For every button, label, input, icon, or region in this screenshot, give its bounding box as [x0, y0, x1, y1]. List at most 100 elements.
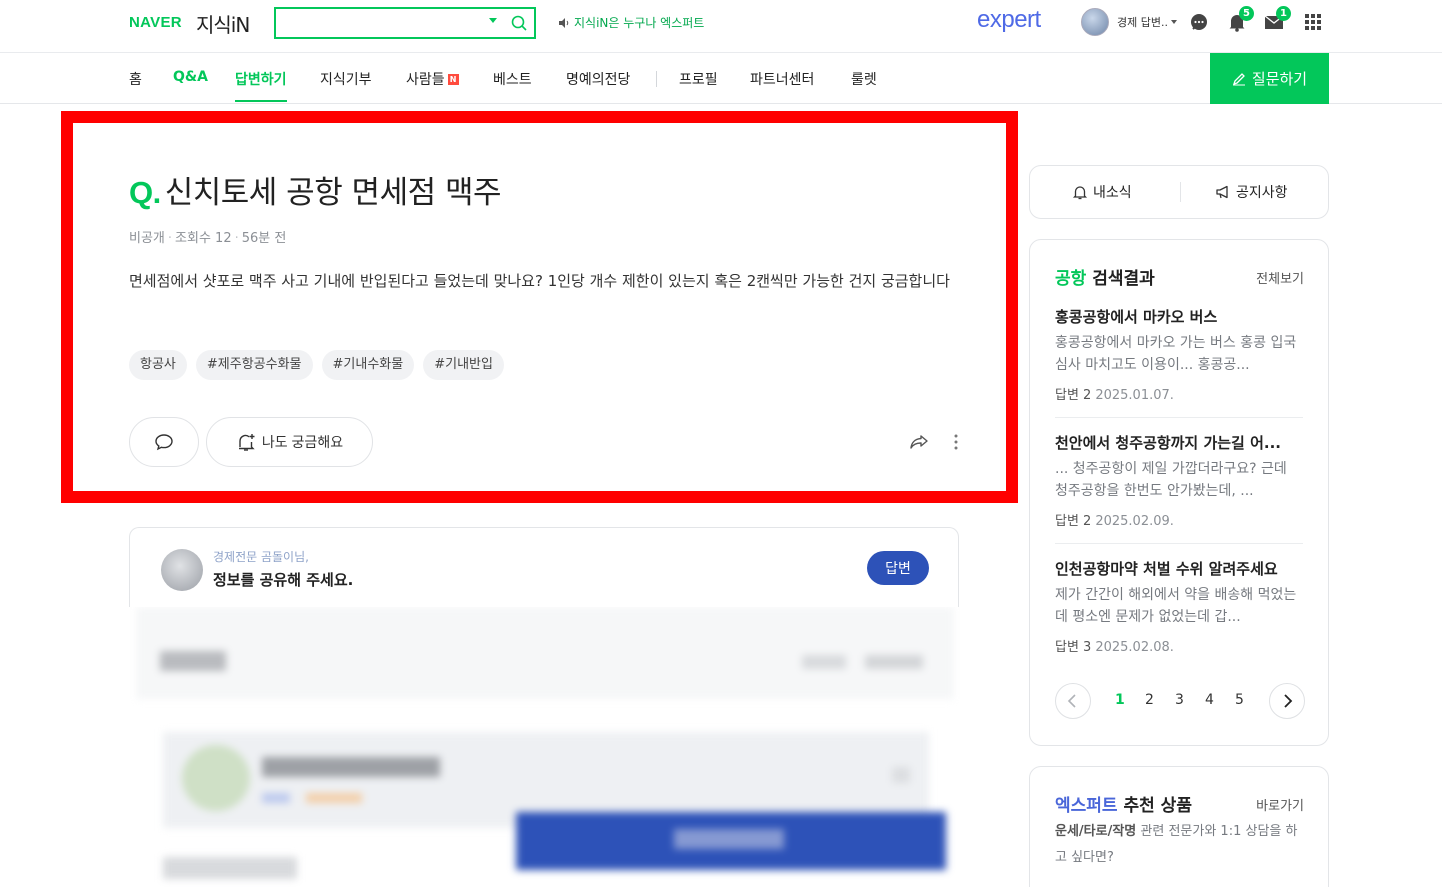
page-1[interactable]: 1	[1115, 692, 1125, 708]
curious-label: 나도 궁금해요	[261, 434, 344, 450]
result-date: 2025.02.08.	[1095, 640, 1174, 655]
nav-roulette[interactable]: 룰렛	[851, 69, 877, 89]
view-all-link[interactable]: 전체보기	[1256, 268, 1304, 287]
pencil-icon	[1232, 72, 1245, 85]
nav-divider	[656, 71, 657, 87]
result-answers: 답변 3	[1055, 640, 1092, 655]
app-grid-icon[interactable]	[1303, 12, 1323, 32]
result-date: 2025.01.07.	[1095, 388, 1174, 403]
page-4[interactable]: 4	[1205, 692, 1214, 708]
expert-go-link[interactable]: 바로가기	[1256, 795, 1304, 814]
tag[interactable]: 항공사	[129, 350, 187, 380]
results-keyword: 공항	[1055, 269, 1087, 289]
chevron-left-icon	[1067, 694, 1076, 708]
question-visibility: 비공개	[129, 231, 165, 246]
blurred-placeholder	[130, 607, 960, 887]
result-item[interactable]: 천안에서 청주공항까지 가는길 어... ... 청주공항이 제일 가깝더라구요…	[1055, 432, 1303, 529]
bell-plus-icon	[238, 434, 255, 451]
tag[interactable]: #기내반입	[423, 350, 504, 380]
naver-logo[interactable]: NAVER	[129, 14, 182, 31]
bell-icon	[1072, 186, 1088, 200]
result-item[interactable]: 인천공항마약 처벌 수위 알려주세요 제가 간간이 해외에서 약을 배송해 먹었…	[1055, 558, 1303, 655]
comment-icon	[155, 434, 173, 451]
q-mark: Q.	[129, 175, 161, 210]
search-dropdown-icon[interactable]	[489, 18, 497, 23]
comment-button[interactable]	[129, 417, 199, 467]
notification-count-badge: 5	[1239, 6, 1254, 21]
answer-button[interactable]: 답변	[867, 551, 929, 585]
nav-donate[interactable]: 지식기부	[320, 69, 372, 89]
nav-qna[interactable]: Q&A	[173, 69, 208, 85]
tab-notices[interactable]: 공지사항	[1215, 182, 1288, 202]
ask-question-button[interactable]: 질문하기	[1210, 53, 1329, 104]
result-title: 홍콩공항에서 마카오 버스	[1055, 308, 1218, 326]
result-meta: 답변 2 2025.01.07.	[1055, 384, 1303, 403]
result-meta: 답변 3 2025.02.08.	[1055, 636, 1303, 655]
expert-notice-link[interactable]: 지식iN은 누구나 엑스퍼트	[558, 14, 704, 31]
prompt-username: 경제전문 곰돌이님,	[213, 550, 309, 564]
nav-profile[interactable]: 프로필	[679, 69, 718, 89]
sidebar-tabs: 내소식 공지사항	[1029, 165, 1329, 219]
nav-hall-of-fame[interactable]: 명예의전당	[566, 69, 630, 89]
page-5[interactable]: 5	[1235, 692, 1244, 708]
result-snippet: ... 청주공항이 제일 가깝더라구요? 근데 청주공항을 한번도 안가봤는데,…	[1055, 461, 1287, 499]
user-name: 경제 답변..	[1117, 16, 1168, 29]
prompt-message: 정보를 공유해 주세요.	[213, 571, 354, 589]
blurred-content	[130, 607, 960, 887]
nav-answer[interactable]: 답변하기	[235, 69, 287, 102]
question-card: Q. 신치토세 공항 면세점 맥주 비공개 · 조회수 12 · 56분 전 면세점에서 …	[61, 111, 1018, 503]
nav-best[interactable]: 베스트	[493, 69, 532, 89]
user-avatar[interactable]	[1081, 8, 1109, 36]
mail-button[interactable]: 1	[1264, 6, 1291, 32]
chat-icon[interactable]	[1189, 12, 1209, 32]
search-icon[interactable]	[510, 14, 528, 32]
new-badge: N	[447, 74, 459, 85]
result-date: 2025.02.09.	[1095, 514, 1174, 529]
prev-page-button[interactable]	[1055, 683, 1091, 719]
question-body: 면세점에서 샷포로 맥주 사고 기내에 반입된다고 들었는데 맞나요? 1인당 …	[129, 272, 950, 290]
user-menu[interactable]: 경제 답변..	[1117, 14, 1177, 30]
divider	[1055, 543, 1303, 544]
expert-category: 운세/타로/작명	[1055, 824, 1137, 839]
page-3[interactable]: 3	[1175, 692, 1184, 708]
chevron-right-icon	[1284, 694, 1293, 708]
question-views: 조회수 12	[175, 231, 232, 246]
results-pagination: 1 2 3 4 5	[1055, 683, 1305, 719]
ask-question-label: 질문하기	[1251, 71, 1308, 88]
result-title: 인천공항마약 처벌 수위 알려주세요	[1055, 560, 1278, 578]
expert-notice-text: 지식iN은 누구나 엑스퍼트	[574, 16, 705, 30]
search-box	[274, 7, 536, 39]
notification-button[interactable]: 5	[1227, 6, 1254, 32]
nav-home[interactable]: 홈	[129, 69, 142, 89]
result-title: 천안에서 청주공항까지 가는길 어...	[1055, 434, 1281, 452]
result-answers: 답변 2	[1055, 514, 1092, 529]
result-snippet: 홍콩공항에서 마카오 가는 버스 홍콩 입국심사 마치고도 이용이... 홍콩공…	[1055, 335, 1297, 373]
nav-people-label: 사람들	[406, 72, 445, 88]
expert-logo[interactable]: expert	[977, 6, 1041, 34]
expert-heading-brand: 엑스퍼트	[1055, 796, 1118, 816]
kin-logo[interactable]: 지식iN	[196, 9, 250, 38]
results-heading-text: 검색결과	[1092, 269, 1155, 289]
tag[interactable]: #기내수화물	[321, 350, 415, 380]
question-title: Q. 신치토세 공항 면세점 맥주	[129, 167, 502, 212]
more-options-icon[interactable]	[953, 432, 959, 452]
page-2[interactable]: 2	[1145, 692, 1154, 708]
tab-my-news[interactable]: 내소식	[1072, 182, 1132, 202]
curious-button[interactable]: 나도 궁금해요	[206, 417, 373, 467]
question-title-text: 신치토세 공항 면세점 맥주	[164, 175, 502, 211]
share-icon[interactable]	[909, 432, 929, 452]
result-item[interactable]: 홍콩공항에서 마카오 버스 홍콩공항에서 마카오 가는 버스 홍콩 입국심사 마…	[1055, 306, 1303, 403]
next-page-button[interactable]	[1269, 683, 1305, 719]
result-meta: 답변 2 2025.02.09.	[1055, 510, 1303, 529]
nav-people[interactable]: 사람들 N	[406, 69, 459, 89]
tag-list: 항공사 #제주항공수화물 #기내수화물 #기내반입	[129, 350, 504, 380]
nav-partner-center[interactable]: 파트너센터	[750, 69, 814, 89]
search-input[interactable]	[282, 13, 482, 33]
question-meta: 비공개 · 조회수 12 · 56분 전	[129, 231, 287, 246]
tag[interactable]: #제주항공수화물	[195, 350, 313, 380]
chevron-down-icon	[1170, 20, 1177, 24]
tab-divider	[1180, 182, 1181, 202]
question-time: 56분 전	[241, 231, 287, 246]
megaphone-icon	[1216, 185, 1228, 199]
results-heading: 공항 검색결과	[1055, 264, 1155, 289]
